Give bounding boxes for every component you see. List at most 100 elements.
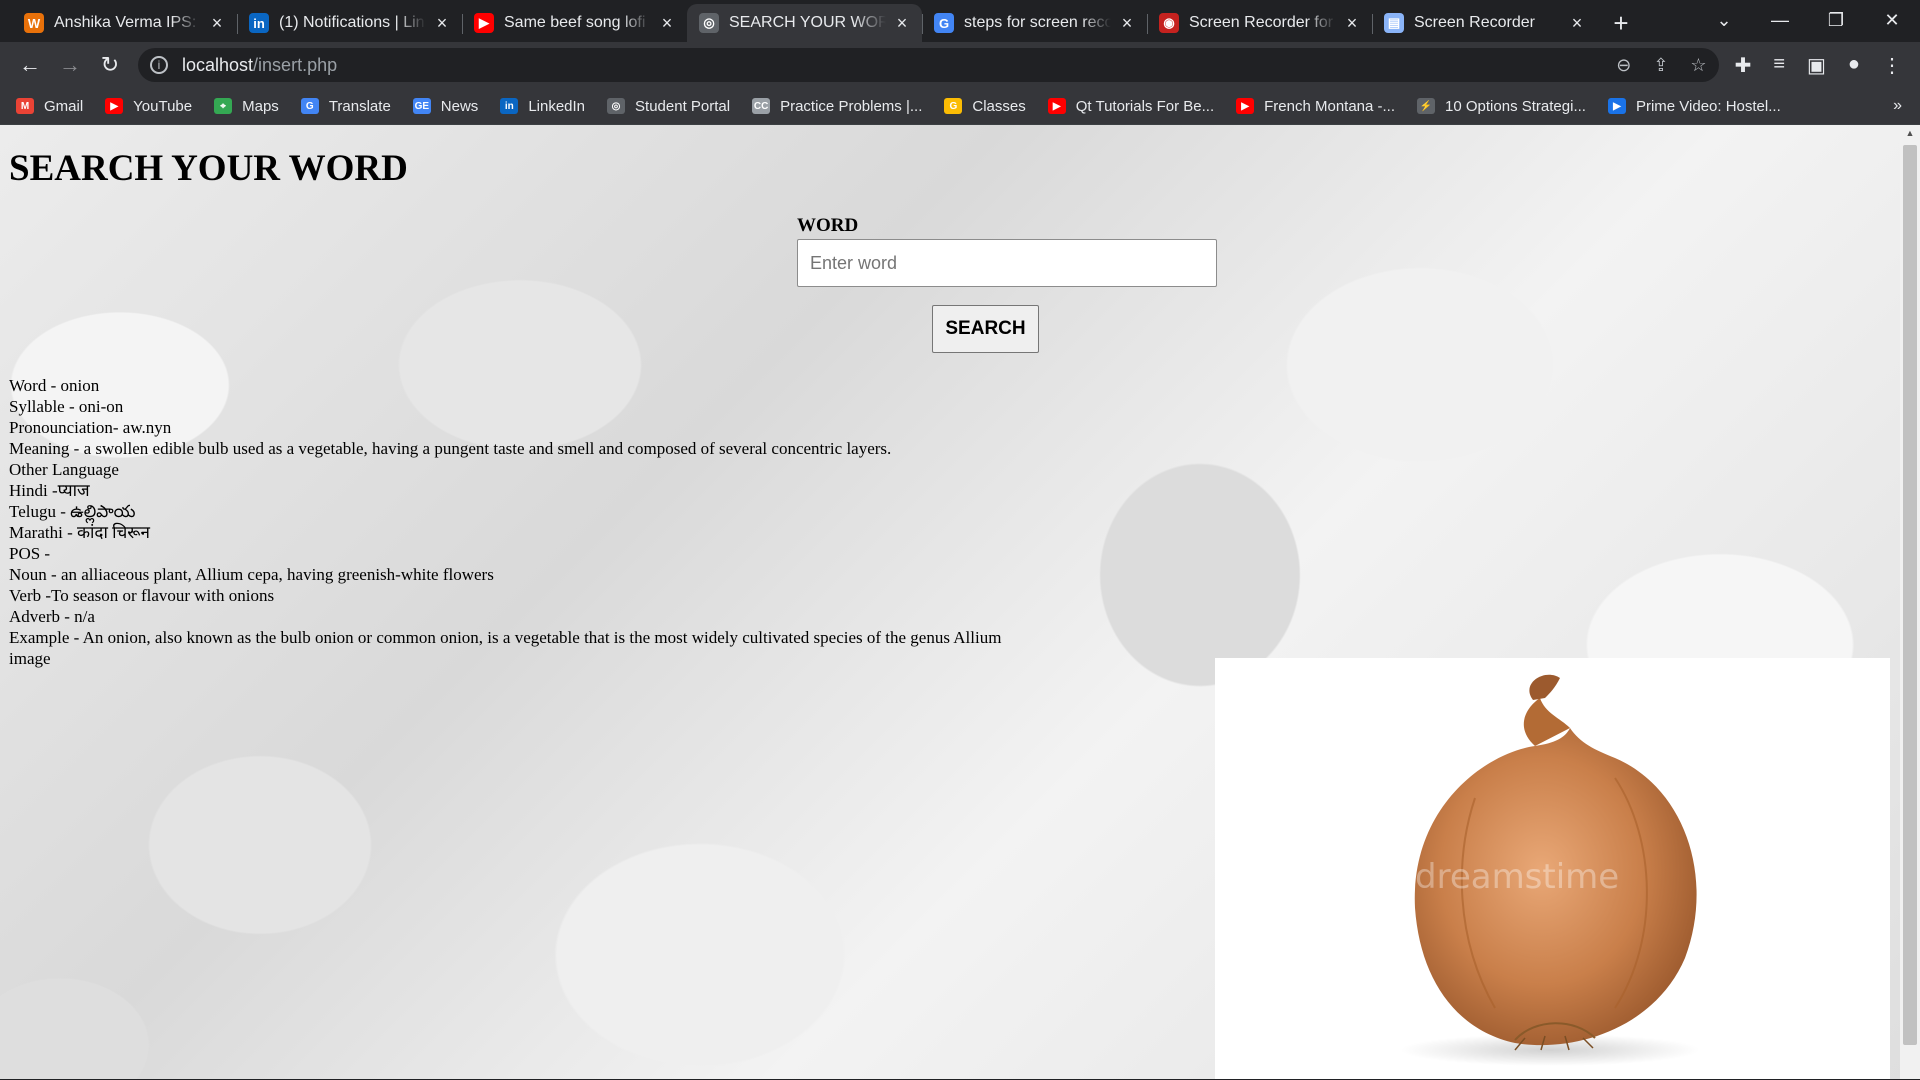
tab-title: (1) Notifications | Link (279, 14, 426, 31)
tab-favicon-icon: G (934, 13, 954, 33)
tab-5[interactable]: ◉ Screen Recorder for G × (1147, 4, 1372, 42)
scroll-up-arrow-icon[interactable]: ▲ (1900, 125, 1920, 141)
tab-0[interactable]: W Anshika Verma IPS: Bi × (12, 4, 237, 42)
bookmark-favicon-icon: M (16, 98, 34, 114)
bookmark-favicon-icon: ◎ (607, 98, 626, 114)
bookmark-label: News (440, 97, 479, 115)
tab-1[interactable]: in (1) Notifications | Link × (237, 4, 462, 42)
bookmark-item[interactable]: G Translate (300, 98, 391, 115)
bookmark-favicon-icon: GE (412, 98, 431, 114)
tab-close-icon[interactable]: × (1342, 13, 1362, 34)
media-control-icon[interactable]: ≡ (1773, 53, 1785, 78)
bookmark-item[interactable]: ▶ French Montana -... (1236, 98, 1395, 115)
vertical-scrollbar[interactable]: ▲ (1900, 125, 1920, 1079)
image-watermark: dreamstime (1415, 857, 1619, 897)
site-info-icon[interactable]: i (150, 56, 168, 74)
tab-4[interactable]: Gsteps for screen recor × (922, 4, 1147, 42)
word-label: WORD (797, 215, 859, 236)
bookmark-item[interactable]: in LinkedIn (500, 98, 585, 115)
bookmark-favicon-icon: ▶ (1236, 98, 1255, 114)
onion-image: dreamstime (1215, 658, 1890, 1079)
bookmark-favicon-icon: ⌖ (214, 98, 233, 114)
tab-close-icon[interactable]: × (892, 13, 912, 34)
onion-illustration: dreamstime (1400, 674, 1700, 1066)
page-viewport: SEARCH YOUR WORD WORD SEARCH Word - onio… (0, 125, 1920, 1079)
side-panel-icon[interactable]: ▣ (1807, 53, 1826, 78)
tab-title: steps for screen recor (964, 14, 1111, 31)
bookmark-item[interactable]: M Gmail (16, 98, 83, 115)
search-button[interactable]: SEARCH (932, 305, 1039, 353)
tab-search-icon[interactable]: ⌄ (1696, 0, 1752, 40)
tab-favicon-icon: ▤ (1384, 13, 1404, 33)
bookmark-label: Prime Video: Hostel... (1635, 97, 1781, 115)
bookmarks-overflow-button[interactable]: » (1893, 97, 1920, 115)
tab-strip: W Anshika Verma IPS: Bi × in (1) Notificatio… (0, 0, 1920, 42)
bookmark-label: YouTube (133, 97, 193, 115)
share-icon[interactable]: ⇪ (1653, 55, 1668, 76)
bookmark-star-icon[interactable]: ☆ (1690, 55, 1706, 76)
bookmark-item[interactable]: ▶ Qt Tutorials For Be... (1047, 97, 1215, 115)
extensions-icon[interactable]: ✚ (1735, 53, 1752, 78)
tab-favicon-icon: ▶ (474, 13, 494, 33)
restore-button[interactable]: ❐ (1808, 0, 1864, 40)
bookmark-item[interactable]: ⚡ 10 Options Strategi... (1417, 98, 1586, 115)
bookmark-label: LinkedIn (528, 97, 586, 115)
result-line: image (9, 649, 51, 668)
word-input[interactable] (797, 239, 1217, 287)
result-line: POS - (9, 544, 51, 563)
tab-favicon-icon: in (249, 13, 269, 33)
bookmark-item[interactable]: GE News (412, 97, 479, 115)
back-button[interactable]: ← (10, 52, 50, 78)
bookmark-item[interactable]: ⌖ Maps (214, 98, 279, 115)
bookmarks-bar: M Gmail ▶ YouTube ⌖ Maps G Translate GE News in Lin… (0, 88, 1920, 125)
result-section: Word - onion Syllable - oni-on Pronounciat… (9, 375, 1001, 669)
minimize-button[interactable]: — (1752, 0, 1808, 40)
search-form: WORD (797, 215, 1217, 287)
new-tab-button[interactable]: + (1603, 4, 1639, 42)
tab-title: Screen Recorder for G (1189, 14, 1336, 31)
bookmark-label: 10 Options Strategi... (1445, 97, 1586, 115)
tab-close-icon[interactable]: × (657, 13, 677, 34)
tab-favicon-icon: ◉ (1159, 13, 1179, 33)
tab-title: Screen Recorder (1414, 14, 1535, 31)
tab-6[interactable]: ▤ Screen Recorder × (1372, 4, 1597, 42)
bookmark-item[interactable]: CC Practice Problems |... (752, 98, 922, 115)
tab-2[interactable]: ▶ Same beef song lofi (s × (462, 4, 687, 42)
bookmark-label: Qt Tutorials For Be... (1075, 97, 1215, 115)
tab-list: W Anshika Verma IPS: Bi × in (1) Notificatio… (12, 4, 1597, 42)
tab-3[interactable]: ◎ SEARCH YOUR WORD × (687, 4, 922, 42)
tab-favicon-icon: W (24, 13, 44, 33)
bookmark-item[interactable]: G Classes (944, 98, 1026, 115)
bookmark-item[interactable]: ◎ Student Portal (607, 98, 730, 115)
bookmark-label: Student Portal (635, 97, 731, 115)
bookmark-label: French Montana -... (1264, 97, 1396, 115)
bookmark-favicon-icon: G (300, 98, 319, 114)
tab-close-icon[interactable]: × (1567, 13, 1587, 34)
forward-button[interactable]: → (50, 52, 90, 78)
browser-toolbar: ← → ↻ i localhost/insert.php ⊖ ⇪ ☆ ✚ ≡ ▣… (0, 42, 1920, 88)
tab-close-icon[interactable]: × (432, 13, 452, 34)
menu-icon[interactable]: ⋮ (1882, 53, 1902, 78)
bookmark-favicon-icon: in (500, 98, 519, 114)
result-line: Pronounciation- aw.nyn (9, 418, 172, 437)
close-window-button[interactable]: ✕ (1864, 0, 1920, 40)
address-bar[interactable]: i localhost/insert.php ⊖ ⇪ ☆ (138, 48, 1719, 82)
tab-title: Anshika Verma IPS: Bi (54, 14, 201, 31)
url-path: /insert.php (253, 54, 338, 75)
result-line: Example - An onion, also known as the bu… (9, 628, 1002, 647)
zoom-icon[interactable]: ⊖ (1616, 55, 1631, 76)
tab-close-icon[interactable]: × (1117, 13, 1137, 34)
result-line: Other Language (9, 460, 119, 479)
result-line: Marathi - कांदा चिरून (9, 523, 150, 542)
profile-icon[interactable]: ● (1848, 53, 1860, 78)
scrollbar-thumb[interactable] (1903, 145, 1917, 1045)
bookmark-item[interactable]: ▶ Prime Video: Hostel... (1607, 97, 1781, 115)
bookmark-label: Practice Problems |... (780, 97, 923, 115)
bookmark-item[interactable]: ▶ YouTube (105, 98, 192, 115)
url-host: localhost (182, 54, 254, 75)
reload-button[interactable]: ↻ (90, 52, 130, 78)
tab-close-icon[interactable]: × (207, 13, 227, 34)
tab-favicon-icon: ◎ (699, 13, 719, 33)
bookmark-favicon-icon: CC (752, 98, 771, 114)
result-line: Meaning - a swollen edible bulb used as … (9, 439, 892, 458)
